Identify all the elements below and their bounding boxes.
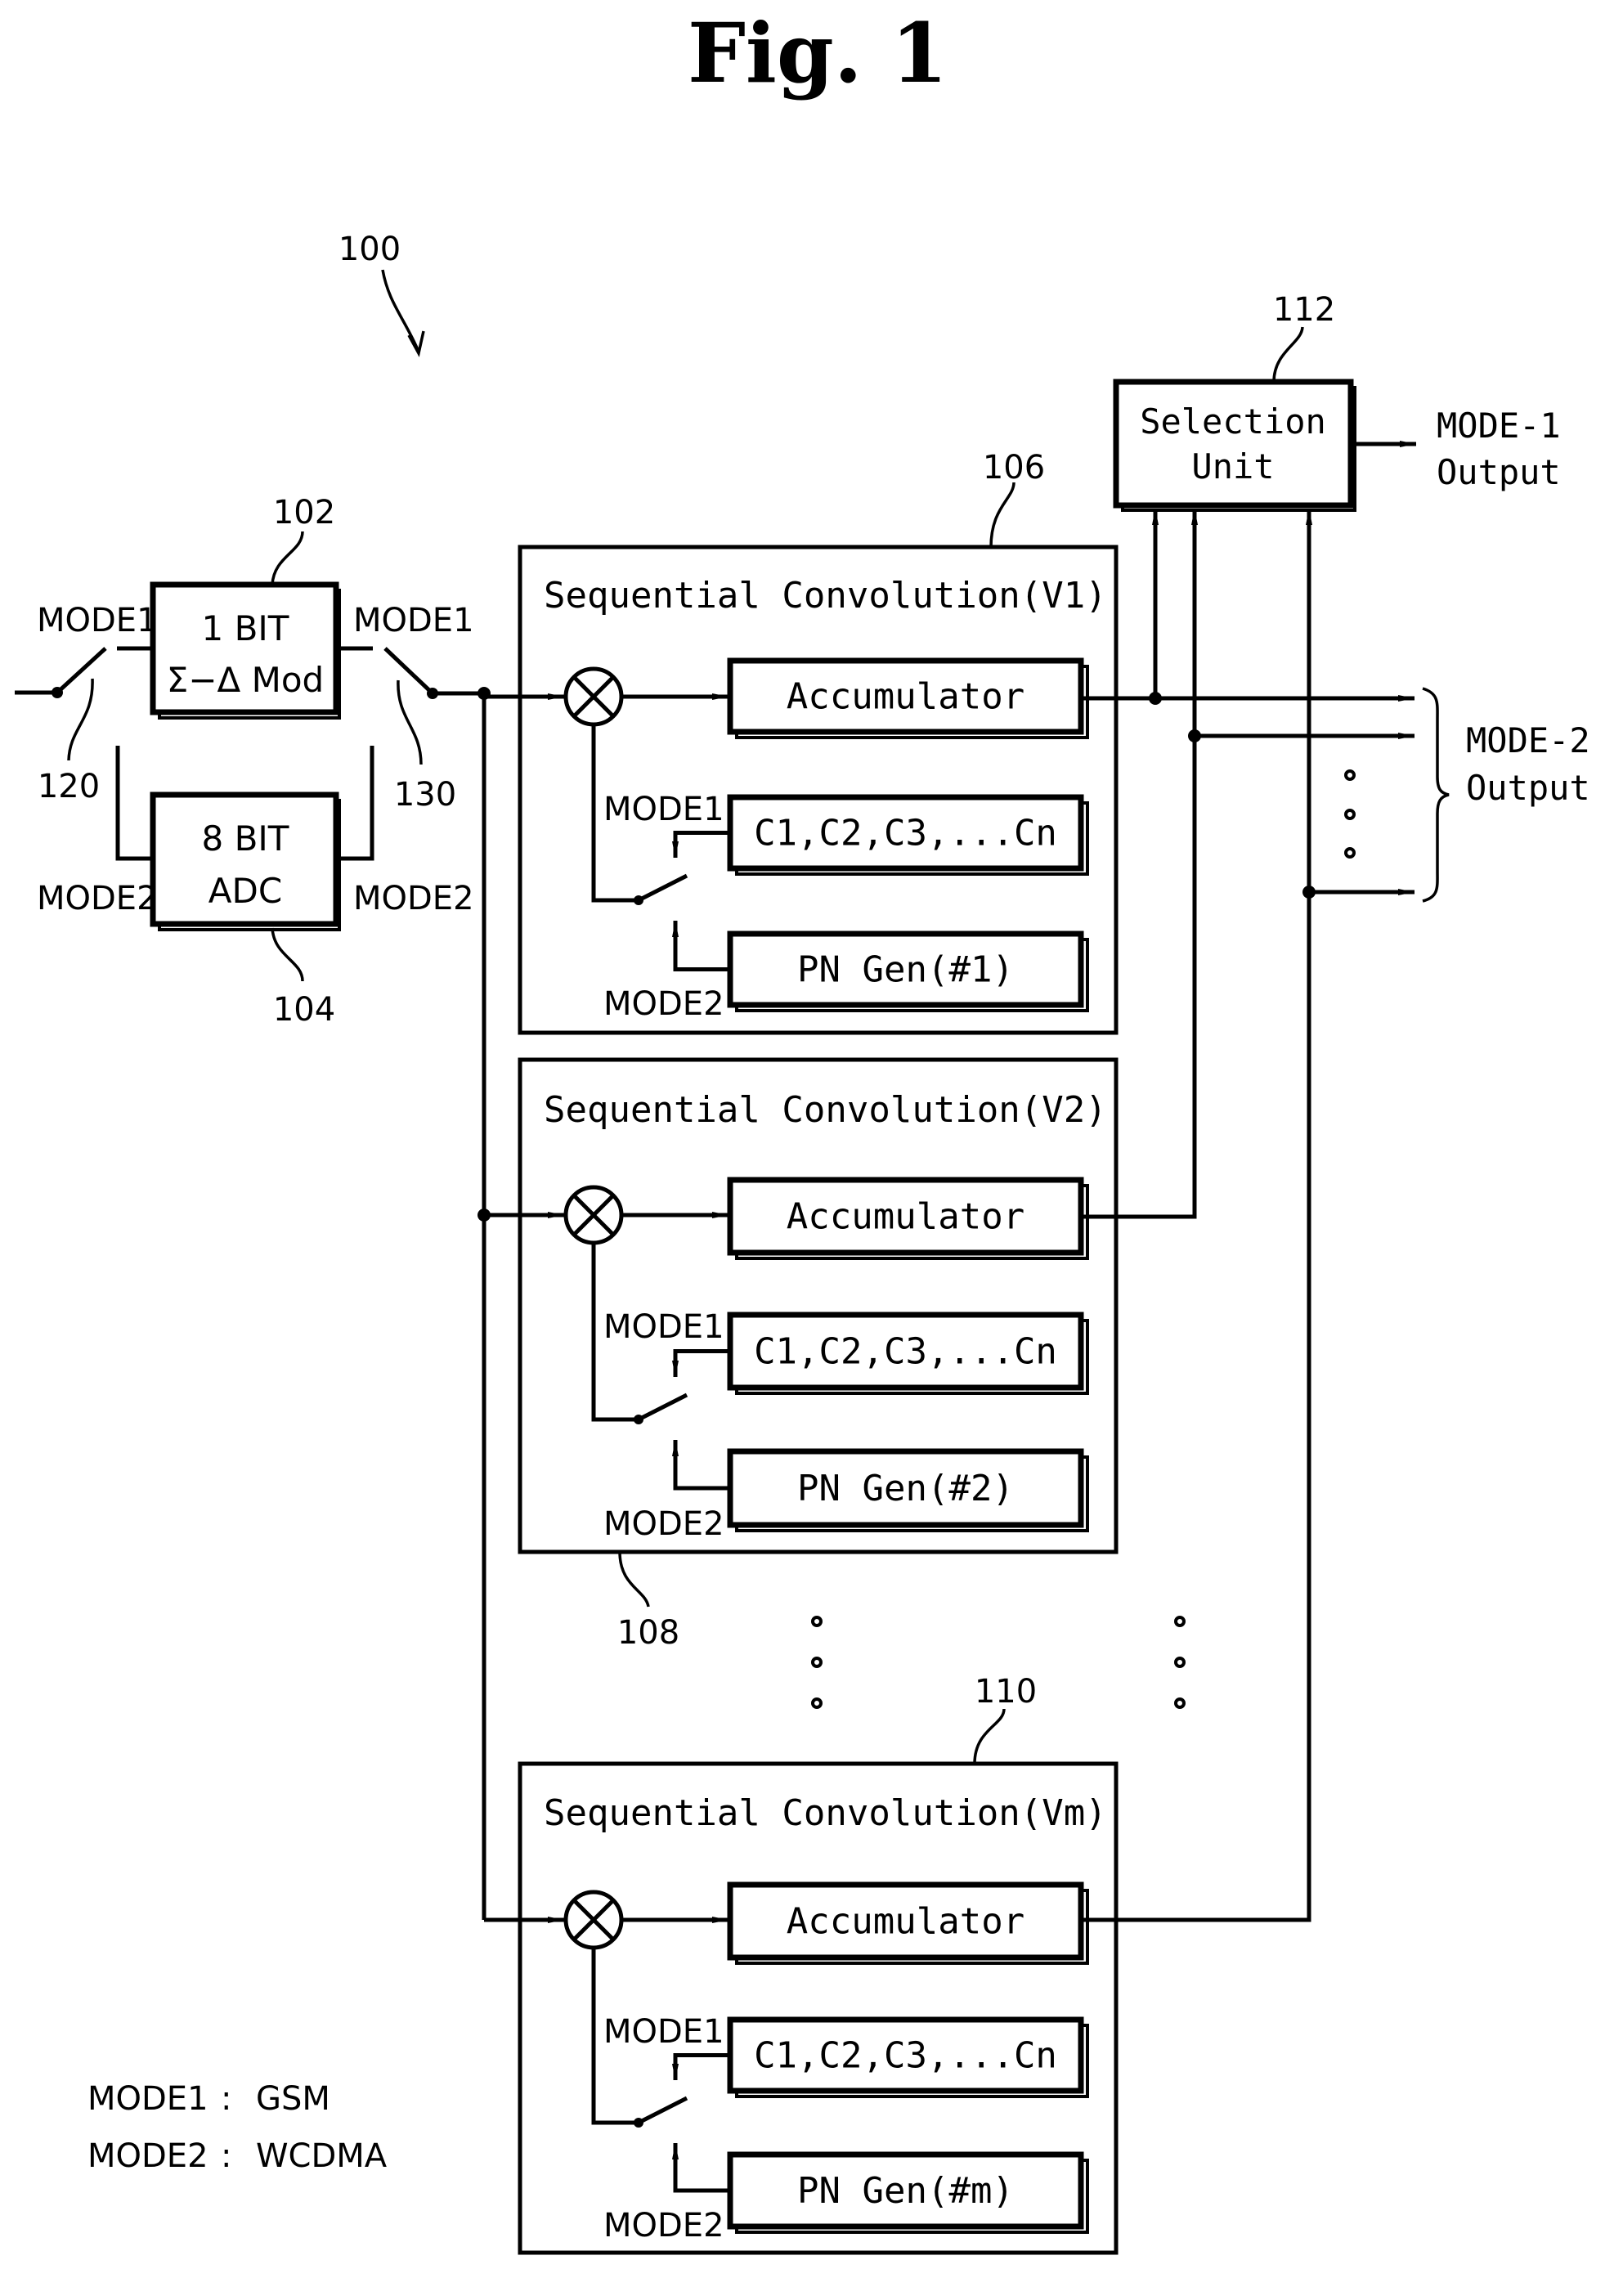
pn-generator-block-label: PN Gen(#1) — [797, 949, 1014, 991]
pn-to-switch — [672, 2143, 730, 2193]
convolution-block-3: Sequential Convolution(Vm) Accumulator C1,… — [484, 1761, 1119, 2255]
modulator-line2: Σ−Δ Mod — [167, 660, 324, 700]
mode2-output-label-line2: Output — [1466, 768, 1590, 808]
mode1-output-label-line1: MODE-1 — [1437, 406, 1561, 446]
ref-112: 112 — [1273, 291, 1335, 329]
convolution-block-2: Sequential Convolution(V2) Accumulator C1,… — [484, 1057, 1119, 1554]
pn-generator-block-label: PN Gen(#m) — [797, 2170, 1014, 2212]
switch-130-mode2-contact — [339, 746, 374, 861]
ref-104: 104 — [273, 991, 335, 1029]
ref-130-leader — [397, 679, 423, 765]
switch-mode1-label: MODE1 — [603, 2013, 724, 2051]
switch-mode2-label: MODE2 — [603, 985, 724, 1023]
code-sequence-block-label: C1,C2,C3,...Cn — [754, 1331, 1057, 1373]
selection-unit-block — [1113, 379, 1354, 509]
block-diagram: Fig. 1 100 MODE1 MODE2 120 1 BIT Σ−Δ Mod… — [15, 5, 1590, 2255]
legend-wcdma: WCDMA — [256, 2137, 388, 2175]
legend-mode2: MODE2 — [87, 2137, 208, 2175]
mode1-output-label-line2: Output — [1437, 452, 1561, 492]
convolution-block-1: Sequential Convolution(V1) Accumulator C1,… — [484, 545, 1119, 1035]
output-routing: MODE-2 Output — [1081, 509, 1590, 1922]
convolution-blocks: Sequential Convolution(V1) Accumulator C1,… — [484, 545, 1119, 2255]
switch-mode2-label: MODE2 — [603, 2207, 724, 2244]
pn-to-switch — [672, 1440, 730, 1491]
accumulator-block-label: Accumulator — [787, 1901, 1024, 1943]
ref-110-leader — [973, 1708, 1006, 1765]
switch-mode1-label: MODE1 — [603, 1308, 724, 1346]
convolution-title: Sequential Convolution(Vm) — [544, 1792, 1107, 1834]
ref-112-leader — [1272, 326, 1304, 383]
ref-102-leader — [271, 531, 304, 585]
switch-120-mode2-label: MODE2 — [37, 880, 158, 917]
switch-mode2-label: MODE2 — [603, 1505, 724, 1543]
codes-to-switch — [672, 1349, 730, 1377]
code-switch-blade — [637, 1392, 688, 1422]
legend-gsm: GSM — [256, 2080, 330, 2118]
switch-130-blade — [383, 647, 434, 695]
ref-130: 130 — [394, 776, 456, 814]
adc-line2: ADC — [208, 871, 282, 911]
convolution-title: Sequential Convolution(V2) — [544, 1089, 1107, 1131]
codes-to-switch — [672, 2053, 730, 2080]
ref-100: 100 — [338, 231, 401, 268]
legend-sep2: : — [221, 2137, 231, 2175]
code-sequence-block-label: C1,C2,C3,...Cn — [754, 2035, 1057, 2077]
convolution-title: Sequential Convolution(V1) — [544, 575, 1107, 617]
switch-120-mode2-contact — [115, 746, 153, 861]
ref-100-leader — [381, 269, 420, 352]
code-sequence-block-label: C1,C2,C3,...Cn — [754, 813, 1057, 854]
ref-106: 106 — [983, 449, 1045, 487]
switch-120-mode1-label: MODE1 — [37, 602, 158, 639]
vertical-dots-icon — [1344, 769, 1356, 781]
ref-104-leader — [271, 927, 304, 982]
figure-title: Fig. 1 — [688, 5, 948, 101]
pn-to-switch — [672, 921, 730, 971]
switch-mode1-label: MODE1 — [603, 791, 724, 828]
ref-110: 110 — [975, 1673, 1037, 1711]
accumulator-block-label: Accumulator — [787, 676, 1024, 718]
ref-120: 120 — [38, 768, 100, 805]
mode2-brace — [1422, 687, 1450, 903]
ref-108-leader — [618, 1551, 650, 1608]
code-switch-blade — [637, 2096, 688, 2125]
legend-sep1: : — [221, 2080, 231, 2118]
switch-120-blade — [56, 647, 107, 694]
mode2-output-label-line1: MODE-2 — [1466, 720, 1590, 760]
code-switch-blade — [637, 873, 688, 903]
ref-120-leader — [67, 678, 94, 761]
selection-unit-line2: Unit — [1191, 446, 1274, 487]
mode-legend: MODE1 : GSM MODE2 : WCDMA — [87, 2080, 388, 2175]
legend-mode1: MODE1 — [87, 2080, 208, 2118]
switch-130-mode2-label: MODE2 — [353, 880, 474, 917]
input-stage: MODE1 MODE2 120 1 BIT Σ−Δ Mod 102 8 BIT … — [15, 494, 491, 1920]
selection-unit: Selection Unit 112 MODE-1 Output — [1113, 291, 1561, 512]
ref-108: 108 — [617, 1614, 679, 1652]
ref-106-leader — [989, 482, 1015, 548]
codes-to-switch — [672, 831, 730, 858]
selection-unit-line1: Selection — [1140, 401, 1326, 442]
modulator-line1: 1 BIT — [202, 608, 289, 648]
ref-102: 102 — [273, 494, 335, 531]
accumulator-block-label: Accumulator — [787, 1196, 1024, 1238]
switch-130-mode1-label: MODE1 — [353, 602, 474, 639]
adc-line1: 8 BIT — [202, 818, 289, 859]
pn-generator-block-label: PN Gen(#2) — [797, 1468, 1014, 1509]
